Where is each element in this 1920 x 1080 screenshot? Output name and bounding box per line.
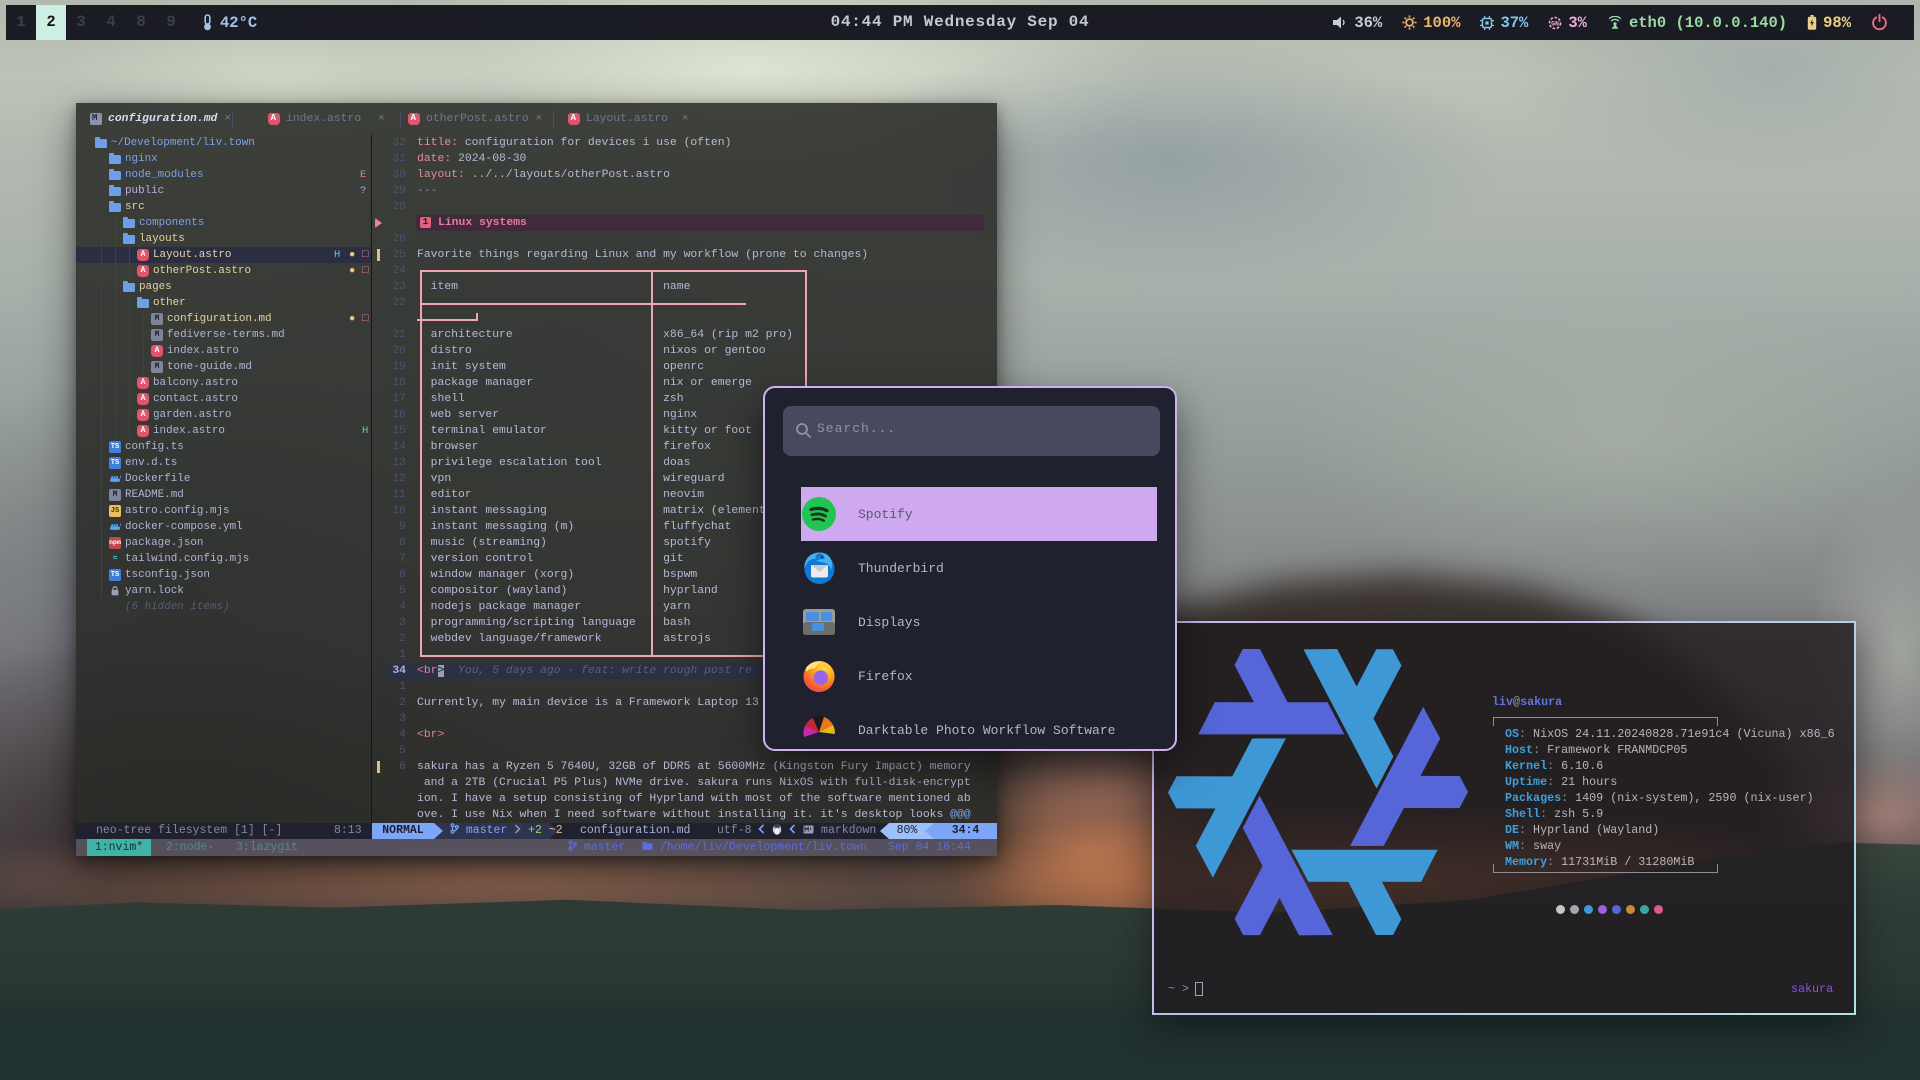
- svg-text:GN: GN: [1551, 20, 1559, 27]
